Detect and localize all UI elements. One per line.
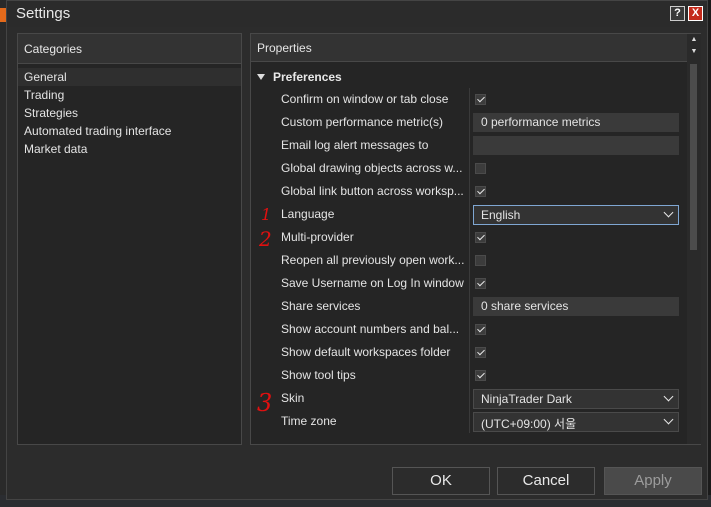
property-row[interactable]: Save Username on Log In window bbox=[251, 272, 687, 295]
column-divider bbox=[469, 318, 470, 341]
property-row[interactable]: Share services 0 share services bbox=[251, 295, 687, 318]
scrollbar-thumb[interactable] bbox=[690, 64, 697, 250]
property-checkbox[interactable] bbox=[475, 347, 486, 358]
property-row[interactable]: Email log alert messages to bbox=[251, 134, 687, 157]
column-divider bbox=[469, 88, 470, 111]
dropdown-value: English bbox=[481, 208, 521, 222]
header-scroll-arrows[interactable]: ▲ ▼ bbox=[687, 34, 701, 62]
property-row[interactable]: Confirm on window or tab close bbox=[251, 88, 687, 111]
property-dropdown[interactable]: English bbox=[473, 205, 679, 225]
property-row[interactable]: Multi-provider bbox=[251, 226, 687, 249]
property-row[interactable]: Language English bbox=[251, 203, 687, 226]
property-name: Email log alert messages to bbox=[281, 138, 429, 152]
annotation-3: 3 bbox=[257, 389, 273, 417]
property-row[interactable]: Show account numbers and bal... bbox=[251, 318, 687, 341]
column-divider bbox=[469, 203, 470, 226]
close-button[interactable]: X bbox=[688, 6, 703, 21]
property-row[interactable]: Time zone (UTC+09:00) 서울 bbox=[251, 410, 687, 433]
column-divider bbox=[469, 134, 470, 157]
category-item[interactable]: Market data bbox=[18, 140, 241, 158]
property-name: Custom performance metric(s) bbox=[281, 115, 444, 129]
categories-list: General Trading Strategies Automated tradin… bbox=[18, 64, 241, 158]
category-item[interactable]: Strategies bbox=[18, 104, 241, 122]
property-name: Save Username on Log In window bbox=[281, 276, 464, 290]
property-row[interactable]: Global link button across worksp... bbox=[251, 180, 687, 203]
property-name: Language bbox=[281, 207, 335, 221]
column-divider bbox=[469, 249, 470, 272]
property-dropdown[interactable]: NinjaTrader Dark bbox=[473, 389, 679, 409]
column-divider bbox=[469, 295, 470, 318]
property-name: Global link button across worksp... bbox=[281, 184, 464, 198]
column-divider bbox=[469, 364, 470, 387]
section-preferences[interactable]: Preferences bbox=[257, 70, 342, 86]
property-row[interactable]: Show tool tips bbox=[251, 364, 687, 387]
column-divider bbox=[469, 341, 470, 364]
scroll-down-icon[interactable]: ▼ bbox=[687, 46, 701, 58]
property-checkbox[interactable] bbox=[475, 370, 486, 381]
chevron-down-icon[interactable] bbox=[663, 414, 674, 425]
property-name: Multi-provider bbox=[281, 230, 354, 244]
property-row[interactable]: Global drawing objects across w... bbox=[251, 157, 687, 180]
category-item[interactable]: Trading bbox=[18, 86, 241, 104]
window-title: Settings bbox=[16, 5, 71, 22]
section-title: Preferences bbox=[273, 70, 342, 84]
property-name: Time zone bbox=[281, 414, 337, 428]
settings-window: Settings ? X Categories General Trading St… bbox=[6, 0, 708, 500]
collapse-triangle-icon[interactable] bbox=[257, 74, 265, 80]
property-name: Show tool tips bbox=[281, 368, 356, 382]
property-row[interactable]: Reopen all previously open work... bbox=[251, 249, 687, 272]
property-name: Global drawing objects across w... bbox=[281, 161, 463, 175]
property-row[interactable]: Show default workspaces folder bbox=[251, 341, 687, 364]
category-item[interactable]: General bbox=[18, 68, 241, 86]
column-divider bbox=[469, 180, 470, 203]
property-value-field[interactable]: 0 share services bbox=[473, 297, 679, 316]
property-name: Show account numbers and bal... bbox=[281, 322, 460, 336]
annotation-1: 1 bbox=[261, 205, 272, 224]
categories-header: Categories bbox=[18, 34, 241, 64]
property-checkbox[interactable] bbox=[475, 163, 486, 174]
column-divider bbox=[469, 226, 470, 249]
property-checkbox[interactable] bbox=[475, 232, 486, 243]
property-grid: Confirm on window or tab close Custom per… bbox=[251, 88, 687, 433]
dropdown-value: NinjaTrader Dark bbox=[481, 392, 572, 406]
ok-button[interactable]: OK bbox=[392, 467, 490, 495]
property-checkbox[interactable] bbox=[475, 278, 486, 289]
property-row[interactable]: Custom performance metric(s) 0 performanc… bbox=[251, 111, 687, 134]
property-checkbox[interactable] bbox=[475, 324, 486, 335]
properties-header: Properties bbox=[251, 34, 687, 62]
categories-panel: Categories General Trading Strategies Autom… bbox=[17, 33, 242, 445]
property-name: Skin bbox=[281, 391, 305, 405]
property-name: Share services bbox=[281, 299, 361, 313]
dropdown-value: (UTC+09:00) 서울 bbox=[481, 417, 577, 431]
property-checkbox[interactable] bbox=[475, 94, 486, 105]
property-value-field[interactable] bbox=[473, 136, 679, 155]
column-divider bbox=[469, 157, 470, 180]
category-item[interactable]: Automated trading interface bbox=[18, 122, 241, 140]
title-bar[interactable]: Settings ? X bbox=[7, 1, 707, 27]
property-checkbox[interactable] bbox=[475, 255, 486, 266]
help-button[interactable]: ? bbox=[670, 6, 685, 21]
vertical-scrollbar[interactable] bbox=[687, 62, 701, 444]
scroll-up-icon[interactable]: ▲ bbox=[687, 34, 701, 46]
property-dropdown[interactable]: (UTC+09:00) 서울 bbox=[473, 412, 679, 432]
column-divider bbox=[469, 387, 470, 410]
chevron-down-icon[interactable] bbox=[663, 207, 674, 218]
cancel-button[interactable]: Cancel bbox=[497, 467, 595, 495]
property-checkbox[interactable] bbox=[475, 186, 486, 197]
properties-panel: Properties ▲ ▼ Preferences Confirm on wi… bbox=[250, 33, 701, 445]
property-name: Reopen all previously open work... bbox=[281, 253, 465, 267]
column-divider bbox=[469, 272, 470, 295]
property-name: Confirm on window or tab close bbox=[281, 92, 449, 106]
property-row[interactable]: Skin NinjaTrader Dark bbox=[251, 387, 687, 410]
property-name: Show default workspaces folder bbox=[281, 345, 451, 359]
chevron-down-icon[interactable] bbox=[663, 391, 674, 402]
apply-button[interactable]: Apply bbox=[604, 467, 702, 495]
column-divider bbox=[469, 111, 470, 134]
property-value-field[interactable]: 0 performance metrics bbox=[473, 113, 679, 132]
column-divider bbox=[469, 410, 470, 433]
annotation-2: 2 bbox=[259, 227, 272, 251]
